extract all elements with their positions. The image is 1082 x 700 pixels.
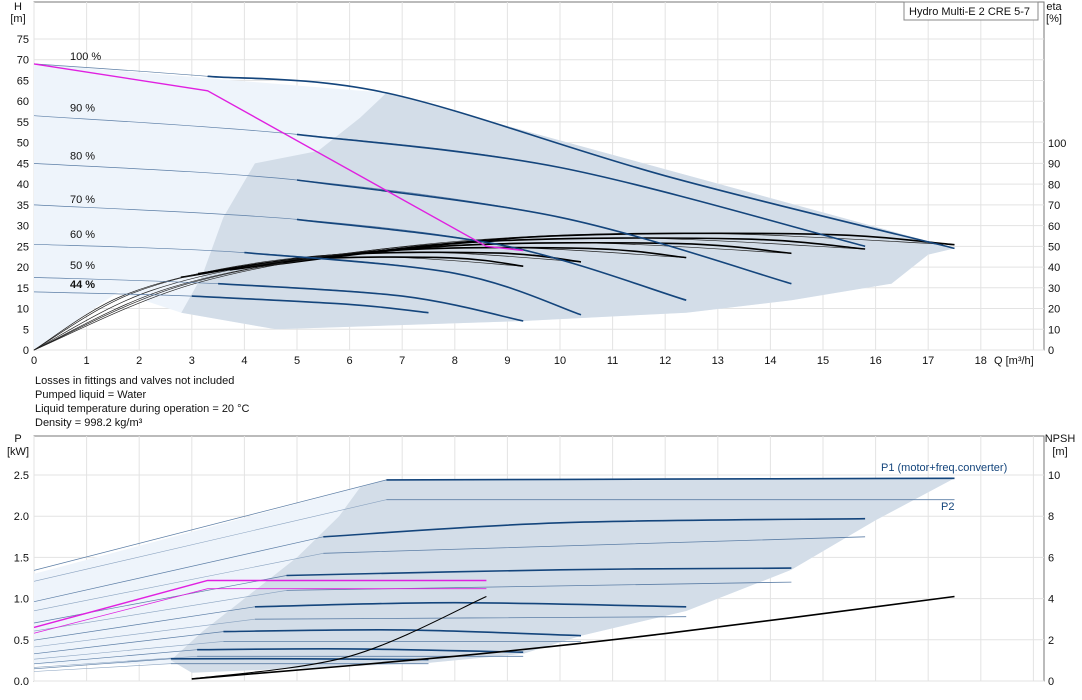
- y2-tick-label: 10: [1048, 324, 1060, 336]
- speed-label: 44 %: [70, 279, 95, 291]
- y2-tick-label: 100: [1048, 138, 1066, 150]
- x-tick-label: 8: [452, 355, 458, 367]
- y2-tick-label: 40: [1048, 262, 1060, 274]
- y-tick-label: 35: [17, 200, 29, 212]
- y2-tick-label: 0: [1048, 345, 1054, 357]
- p-axis-unit: [kW]: [7, 446, 29, 458]
- y-tick-label: 45: [17, 158, 29, 170]
- x-tick-label: 1: [84, 355, 90, 367]
- series-label-p1: P1 (motor+freq.converter): [881, 462, 1007, 474]
- y-tick-label: 50: [17, 138, 29, 150]
- speed-label: 90 %: [70, 103, 95, 115]
- p-tick-label: 0.5: [14, 635, 29, 647]
- npsh-axis-unit: [m]: [1052, 446, 1067, 458]
- npsh-axis-label: NPSH: [1045, 433, 1076, 445]
- y-tick-label: 55: [17, 117, 29, 129]
- y2-tick-label: 20: [1048, 304, 1060, 316]
- y-tick-label: 10: [17, 304, 29, 316]
- p-axis-label: P: [14, 433, 21, 445]
- chart-title: Hydro Multi-E 2 CRE 5-7: [909, 6, 1030, 18]
- y2-tick-label: 60: [1048, 221, 1060, 233]
- x-tick-label: 6: [347, 355, 353, 367]
- x-tick-label: 5: [294, 355, 300, 367]
- y-tick-label: 40: [17, 179, 29, 191]
- speed-label: 60 %: [70, 229, 95, 241]
- npsh-tick-label: 0: [1048, 676, 1054, 688]
- y2-tick-label: 80: [1048, 179, 1060, 191]
- y-tick-label: 75: [17, 34, 29, 46]
- speed-label: 50 %: [70, 260, 95, 272]
- x-tick-label: 10: [554, 355, 566, 367]
- y-tick-label: 5: [23, 324, 29, 336]
- y-tick-label: 20: [17, 262, 29, 274]
- note-liquid-temperature: Liquid temperature during operation = 20…: [35, 403, 250, 415]
- y2-tick-label: 70: [1048, 200, 1060, 212]
- y2-axis-label: eta: [1046, 1, 1062, 13]
- x-tick-label: 13: [712, 355, 724, 367]
- p-tick-label: 0.0: [14, 676, 29, 688]
- y-tick-label: 0: [23, 345, 29, 357]
- x-tick-label: 17: [922, 355, 934, 367]
- x-tick-label: 3: [189, 355, 195, 367]
- x-tick-label: 15: [817, 355, 829, 367]
- p1-curve-44: [170, 657, 429, 661]
- chart-canvas: 100 %90 %80 %70 %60 %50 %44 %05101520253…: [7, 1, 1076, 688]
- x-tick-label: 12: [659, 355, 671, 367]
- y-tick-label: 25: [17, 241, 29, 253]
- x-tick-label: 0: [31, 355, 37, 367]
- npsh-tick-label: 10: [1048, 470, 1060, 482]
- x-tick-label: 18: [975, 355, 987, 367]
- x-tick-label: 11: [607, 355, 618, 367]
- x-tick-label: 2: [136, 355, 142, 367]
- y2-tick-label: 30: [1048, 283, 1060, 295]
- x-tick-label: 16: [869, 355, 881, 367]
- y-tick-label: 65: [17, 75, 29, 87]
- note-pumped-liquid: Pumped liquid = Water: [35, 389, 147, 401]
- x-tick-label: 9: [504, 355, 510, 367]
- speed-label: 80 %: [70, 150, 95, 162]
- y2-tick-label: 50: [1048, 242, 1060, 254]
- x-tick-label: 7: [399, 355, 405, 367]
- y-tick-label: 60: [17, 96, 29, 108]
- x-tick-label: 14: [764, 355, 776, 367]
- y-axis-label: H: [14, 1, 22, 13]
- note-density: Density = 998.2 kg/m³: [35, 417, 143, 429]
- p-tick-label: 2.5: [14, 470, 29, 482]
- y-tick-label: 70: [17, 55, 29, 67]
- y-axis-unit: [m]: [10, 13, 25, 25]
- p-tick-label: 2.0: [14, 511, 29, 523]
- pump-curve-chart: 100 % 90 % 80 % 70 % 60 % 50 % 44 % 0 5 10 15 20 25 3…: [0, 0, 1082, 700]
- speed-label: 100 %: [70, 51, 101, 63]
- y-tick-label: 30: [17, 221, 29, 233]
- npsh-tick-label: 8: [1048, 511, 1054, 523]
- note-losses: Losses in fittings and valves not includ…: [35, 375, 235, 387]
- npsh-tick-label: 6: [1048, 552, 1054, 564]
- p-tick-label: 1.5: [14, 552, 29, 564]
- y2-axis-unit: [%]: [1046, 13, 1062, 25]
- series-label-p2: P2: [941, 501, 954, 513]
- p-tick-label: 1.0: [14, 594, 29, 606]
- x-tick-label: 4: [241, 355, 247, 367]
- x-axis-label: Q [m³/h]: [994, 355, 1034, 367]
- npsh-tick-label: 2: [1048, 635, 1054, 647]
- speed-label: 70 %: [70, 194, 95, 206]
- npsh-tick-label: 4: [1048, 594, 1054, 606]
- y2-tick-label: 90: [1048, 159, 1060, 171]
- y-tick-label: 15: [17, 283, 29, 295]
